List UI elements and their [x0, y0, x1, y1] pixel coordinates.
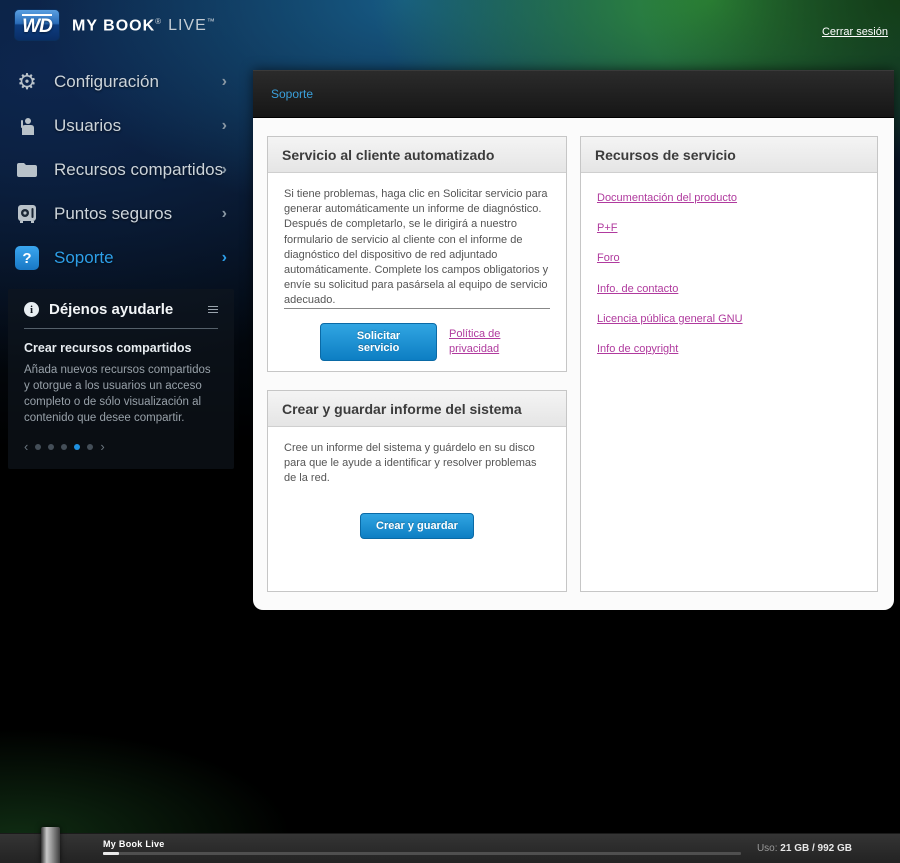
auto-service-description: Si tiene problemas, haga clic en Solicit…	[284, 187, 550, 308]
help-panel: i Déjenos ayudarle Crear recursos compar…	[8, 289, 234, 469]
sidebar-item-soporte[interactable]: ? Soporte ›	[0, 236, 253, 280]
sidebar-item-recursos-compartidos[interactable]: Recursos compartidos ›	[0, 148, 253, 192]
gear-icon: ⚙	[14, 69, 40, 95]
carousel-dot[interactable]	[87, 444, 93, 450]
help-carousel: ‹ ›	[24, 440, 218, 453]
panel-header: Recursos de servicio	[581, 137, 877, 173]
chevron-right-icon: ›	[222, 205, 227, 223]
device-name: My Book Live	[103, 839, 165, 849]
list-item: Foro	[597, 251, 861, 266]
logout-link[interactable]: Cerrar sesión	[822, 26, 888, 38]
chevron-right-icon: ›	[222, 249, 227, 267]
list-item: Licencia pública general GNU	[597, 312, 861, 327]
collapse-icon[interactable]	[208, 306, 218, 313]
help-icon: ?	[14, 245, 40, 271]
help-topic-title: Crear recursos compartidos	[24, 341, 218, 355]
faq-link[interactable]: P+F	[597, 222, 617, 234]
carousel-next-icon[interactable]: ›	[100, 440, 104, 453]
sidebar-item-label: Usuarios	[54, 116, 121, 136]
usage-label: Uso:	[757, 843, 778, 854]
main-content-card: Soporte Servicio al cliente automatizado…	[253, 70, 894, 610]
sidebar-item-label: Recursos compartidos	[54, 160, 223, 180]
usage-value: 21 GB / 992 GB	[780, 843, 852, 854]
list-item: Documentación del producto	[597, 191, 861, 206]
sidebar-nav: ⚙ Configuración › Usuarios › Recursos co…	[0, 60, 253, 280]
product-line: LIVE	[168, 17, 207, 34]
sidebar-item-usuarios[interactable]: Usuarios ›	[0, 104, 253, 148]
safe-icon	[14, 201, 40, 227]
content-tab-bar: Soporte	[253, 70, 894, 118]
sidebar-item-label: Puntos seguros	[54, 204, 172, 224]
service-links-list: Documentación del producto P+F Foro Info…	[597, 187, 861, 372]
registered-mark: ®	[155, 17, 162, 26]
chevron-right-icon: ›	[222, 117, 227, 135]
product-documentation-link[interactable]: Documentación del producto	[597, 192, 737, 204]
contact-info-link[interactable]: Info. de contacto	[597, 283, 678, 295]
carousel-dot[interactable]	[74, 444, 80, 450]
create-and-save-button[interactable]: Crear y guardar	[360, 513, 474, 539]
forum-link[interactable]: Foro	[597, 252, 620, 264]
help-topic-body: Añada nuevos recursos compartidos y otor…	[24, 363, 218, 426]
list-item: Info. de contacto	[597, 282, 861, 297]
carousel-dot[interactable]	[61, 444, 67, 450]
carousel-prev-icon[interactable]: ‹	[24, 440, 28, 453]
carousel-dot[interactable]	[35, 444, 41, 450]
divider	[284, 308, 550, 309]
sidebar-item-label: Configuración	[54, 72, 159, 92]
auto-service-panel: Servicio al cliente automatizado Si tien…	[267, 136, 567, 372]
service-resources-panel: Recursos de servicio Documentación del p…	[580, 136, 878, 592]
trademark-mark: ™	[207, 17, 216, 26]
sidebar-item-configuracion[interactable]: ⚙ Configuración ›	[0, 60, 253, 104]
system-report-panel: Crear y guardar informe del sistema Cree…	[267, 390, 567, 592]
panel-title: Servicio al cliente automatizado	[282, 147, 494, 163]
privacy-policy-link[interactable]: Política de privacidad	[449, 327, 550, 357]
usage-status: Uso: 21 GB / 992 GB	[757, 843, 852, 854]
carousel-dot[interactable]	[48, 444, 54, 450]
panel-title: Recursos de servicio	[595, 147, 736, 163]
product-title: MY BOOK® LIVE™	[72, 17, 216, 35]
sidebar-item-label: Soporte	[54, 248, 114, 268]
capacity-bar-fill	[103, 852, 119, 855]
divider	[24, 328, 218, 329]
capacity-bar	[103, 852, 741, 855]
user-icon	[14, 113, 40, 139]
wd-logo: WD	[14, 9, 60, 41]
help-panel-title: Déjenos ayudarle	[49, 301, 208, 318]
tab-soporte[interactable]: Soporte	[271, 87, 313, 101]
panel-header: Servicio al cliente automatizado	[268, 137, 566, 173]
info-icon: i	[24, 302, 39, 317]
system-report-description: Cree un informe del sistema y guárdelo e…	[284, 441, 550, 487]
list-item: Info de copyright	[597, 342, 861, 357]
chevron-right-icon: ›	[222, 161, 227, 179]
panel-header: Crear y guardar informe del sistema	[268, 391, 566, 427]
chevron-right-icon: ›	[222, 73, 227, 91]
product-name: MY BOOK	[72, 17, 155, 34]
top-bar: WD MY BOOK® LIVE™ Cerrar sesión	[0, 0, 900, 66]
copyright-info-link[interactable]: Info de copyright	[597, 343, 678, 355]
drive-image	[41, 827, 60, 863]
gnu-license-link[interactable]: Licencia pública general GNU	[597, 313, 743, 325]
sidebar-item-puntos-seguros[interactable]: Puntos seguros ›	[0, 192, 253, 236]
folder-icon	[14, 157, 40, 183]
request-service-button[interactable]: Solicitar servicio	[320, 323, 437, 361]
list-item: P+F	[597, 221, 861, 236]
panel-title: Crear y guardar informe del sistema	[282, 401, 522, 417]
